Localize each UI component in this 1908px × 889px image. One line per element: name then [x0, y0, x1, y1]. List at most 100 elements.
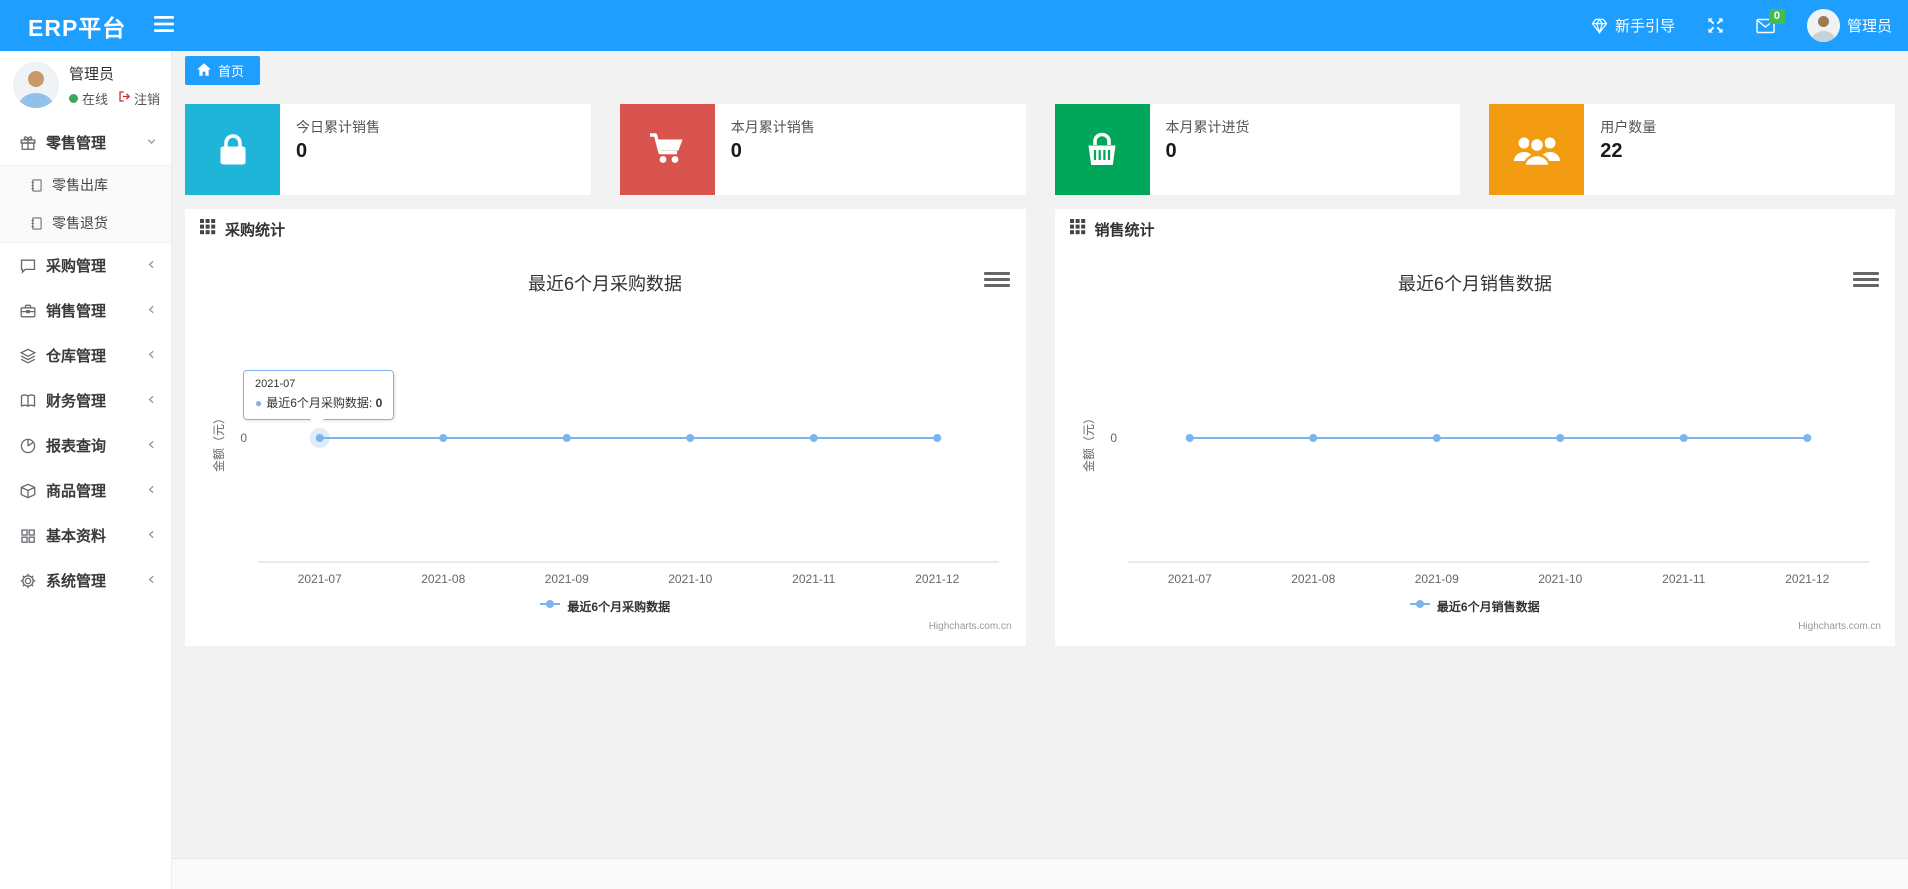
highcharts-credits-link[interactable]: Highcharts.com.cn: [1798, 621, 1881, 632]
sidebar-item-label: 销售管理: [46, 303, 107, 320]
stat-card-today-sales: 今日累计销售 0: [185, 104, 591, 195]
y-axis-title: 金额（元）: [1081, 412, 1096, 472]
chart-context-menu-button[interactable]: [983, 268, 1010, 290]
sidebar-item-finance[interactable]: 财务管理: [0, 378, 171, 423]
chart-context-menu-button[interactable]: [1853, 268, 1879, 290]
panel-header: 销售统计: [1055, 209, 1896, 250]
stat-card-title: 本月累计进货: [1165, 119, 1250, 135]
online-dot-icon: [69, 93, 78, 103]
sidebar-item-warehouse[interactable]: 仓库管理: [0, 333, 171, 378]
messages-button[interactable]: 0: [1756, 8, 1785, 34]
user-menu[interactable]: 管理员: [1806, 9, 1892, 42]
users-icon: [1489, 104, 1585, 195]
tooltip-series-row: ● 最近6个月采购数据: 0: [255, 396, 382, 410]
data-point[interactable]: [315, 434, 324, 442]
tab-home[interactable]: 首页: [185, 56, 261, 85]
sidebar-subitem-label: 零售出库: [52, 177, 108, 193]
x-axis-tick-label: 2021-09: [545, 572, 589, 586]
sidebar-toggle-button[interactable]: [148, 10, 180, 41]
package-icon: [19, 482, 37, 500]
y-axis-tick-label: 0: [240, 431, 247, 445]
tooltip-value: 0: [375, 396, 383, 410]
chart-title: 最近6个月销售数据: [1397, 274, 1551, 294]
chart-canvas: 最近6个月销售数据金额（元） 0 2021-07 2021-08 2021-09 2021…: [1081, 274, 1869, 586]
stat-card-user-count: 用户数量 22: [1489, 104, 1895, 195]
data-point[interactable]: [562, 434, 571, 442]
purchase-chart: 最近6个月采购数据 金额（元） 0 2021-07 2021-08 2021-09 2021…: [185, 250, 1026, 646]
top-navbar: ERP平台 新手引导 0 管理员: [0, 0, 1908, 51]
data-point[interactable]: [1432, 434, 1441, 442]
sidebar-item-retail[interactable]: 零售管理: [0, 120, 171, 165]
gem-icon: [1591, 17, 1608, 34]
avatar: [13, 62, 59, 108]
username-label: 管理员: [69, 65, 115, 83]
data-point[interactable]: [1185, 434, 1194, 442]
data-point[interactable]: [933, 434, 942, 442]
sidebar: 管理员 在线 注销 零售管理零售出库零售退货 采购管理销售管理仓库管理 财务管理报表…: [0, 51, 172, 889]
sidebar-item-basic[interactable]: 基本资料: [0, 513, 171, 558]
stat-card-text: 本月累计销售 0: [715, 104, 815, 195]
sidebar-item-system[interactable]: 系统管理: [0, 558, 171, 603]
journal-icon: [29, 178, 44, 193]
tab-home-label: 首页: [218, 64, 245, 79]
data-point[interactable]: [686, 434, 695, 442]
sidebar-item-reports[interactable]: 报表查询: [0, 423, 171, 468]
data-point[interactable]: [1802, 434, 1811, 442]
chart-tooltip: 2021-07 ● 最近6个月采购数据: 0: [243, 370, 395, 426]
chart-legend-item[interactable]: 最近6个月销售数据: [1055, 597, 1896, 615]
guide-button[interactable]: 新手引导: [1591, 15, 1675, 36]
submenu-retail: 零售出库零售退货: [0, 165, 171, 243]
chart-title: 最近6个月采购数据: [528, 274, 682, 294]
x-axis-tick-label: 2021-07: [1167, 572, 1211, 586]
panel-title: 销售统计: [1094, 222, 1155, 239]
x-axis-tick-label: 2021-07: [298, 572, 342, 586]
stat-card-title: 本月累计销售: [730, 119, 815, 135]
sidebar-item-label: 系统管理: [46, 573, 107, 590]
stat-card-title: 用户数量: [1600, 119, 1657, 135]
legend-marker-icon: [540, 597, 561, 615]
stat-card-text: 用户数量 22: [1584, 104, 1656, 195]
sidebar-item-label: 基本资料: [46, 528, 107, 545]
sidebar-item-sales[interactable]: 销售管理: [0, 288, 171, 333]
data-point[interactable]: [1555, 434, 1564, 442]
sidebar-item-label: 报表查询: [46, 438, 107, 455]
chart-legend-item[interactable]: 最近6个月采购数据: [185, 597, 1026, 615]
stat-card-value: 0: [1165, 140, 1177, 162]
legend-label: 最近6个月销售数据: [1436, 599, 1540, 614]
x-axis-tick-label: 2021-09: [1414, 572, 1458, 586]
sidebar-item-retail-return[interactable]: 零售退货: [0, 204, 171, 242]
stat-card-value: 0: [730, 140, 742, 162]
chevron-down-icon: [146, 134, 157, 152]
fullscreen-button[interactable]: [1707, 17, 1724, 34]
sidebar-item-retail-outbound[interactable]: 零售出库: [0, 166, 171, 204]
message-count-badge: 0: [1768, 8, 1785, 24]
user-meta: 管理员 在线 注销: [69, 63, 160, 108]
gear-icon: [19, 572, 37, 590]
x-axis-tick-label: 2021-11: [1662, 572, 1705, 586]
main-content: 首页 今日累计销售 0 本月累计销售 0 本月累计进货 0 用户数量 22 采购统计最近6个月…: [172, 51, 1908, 889]
logout-button[interactable]: 注销: [118, 89, 160, 108]
data-point[interactable]: [809, 434, 818, 442]
tooltip-category: 2021-07: [255, 378, 296, 390]
sales-chart: 最近6个月销售数据 金额（元） 0 2021-07 2021-08 2021-09 2021…: [1055, 250, 1896, 646]
basket-icon: [1054, 104, 1150, 195]
highcharts-credits-link[interactable]: Highcharts.com.cn: [929, 621, 1012, 632]
sidebar-item-purchase[interactable]: 采购管理: [0, 243, 171, 288]
chevron-left-icon: [146, 572, 157, 590]
data-point[interactable]: [1308, 434, 1317, 442]
panel-header: 采购统计: [185, 209, 1026, 250]
chevron-left-icon: [146, 302, 157, 320]
chart-panels-row: 采购统计 最近6个月采购数据 金额（元） 0 2021-07 2021-08 2021-09…: [185, 209, 1895, 646]
stat-card-value: 22: [1600, 140, 1623, 162]
x-axis-tick-label: 2021-11: [792, 572, 835, 586]
home-icon: [197, 62, 211, 79]
data-point[interactable]: [439, 434, 448, 442]
stat-cards-row: 今日累计销售 0 本月累计销售 0 本月累计进货 0 用户数量 22: [185, 104, 1895, 195]
x-axis-tick-label: 2021-12: [915, 572, 959, 586]
series-bullet-icon: ●: [255, 396, 263, 410]
sidebar-item-goods[interactable]: 商品管理: [0, 468, 171, 513]
x-axis-tick-label: 2021-08: [421, 572, 465, 586]
x-axis-tick-label: 2021-10: [1538, 572, 1582, 586]
chevron-left-icon: [146, 437, 157, 455]
data-point[interactable]: [1679, 434, 1688, 442]
